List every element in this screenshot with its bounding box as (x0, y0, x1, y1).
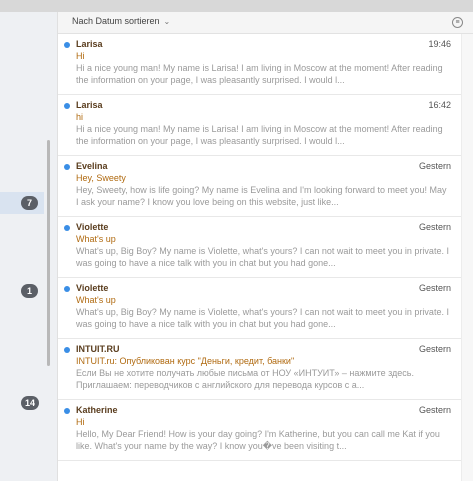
message-time: Gestern (418, 222, 451, 232)
message-subject: What's up (76, 295, 116, 305)
message-row[interactable]: Violette Gestern What's up What's up, Bi… (58, 278, 461, 339)
message-row[interactable]: INTUIT.RU Gestern INTUIT.ru: Опубликован… (58, 339, 461, 400)
message-subject: INTUIT.ru: Опубликован курс "Деньги, кре… (76, 356, 295, 366)
unread-dot-icon (64, 408, 70, 414)
message-preview: What's up, Big Boy? My name is Violette,… (76, 307, 449, 329)
message-subject: Hey, Sweety (76, 173, 126, 183)
message-preview: Hi a nice young man! My name is Larisa! … (76, 124, 443, 146)
message-time: 16:42 (428, 100, 451, 110)
message-sender: Katherine (76, 405, 118, 415)
unread-count-badge: 1 (21, 284, 38, 298)
sort-label: Nach Datum sortieren (72, 16, 160, 26)
message-sender: Larisa (76, 100, 103, 110)
message-row[interactable]: Larisa 19:46 Hi Hi a nice young man! My … (58, 34, 461, 95)
message-list-scrollbar[interactable] (461, 34, 473, 481)
sort-by-date-button[interactable]: Nach Datum sortieren ⌄ (72, 16, 170, 26)
chevron-down-icon: ⌄ (163, 16, 171, 26)
message-preview: Hi a nice young man! My name is Larisa! … (76, 63, 443, 85)
message-sender: INTUIT.RU (76, 344, 120, 354)
message-row[interactable]: Evelina Gestern Hey, Sweety Hey, Sweety,… (58, 156, 461, 217)
unread-count-badge: 14 (21, 396, 40, 410)
message-sender: Violette (76, 283, 109, 293)
unread-dot-icon (64, 286, 70, 292)
message-time: Gestern (418, 161, 451, 171)
message-subject: What's up (76, 234, 116, 244)
message-sender: Violette (76, 222, 109, 232)
message-time: Gestern (418, 283, 451, 293)
message-subject: Hi (76, 417, 85, 427)
unread-count-badge: 7 (21, 196, 38, 210)
message-list: Larisa 19:46 Hi Hi a nice young man! My … (58, 34, 461, 481)
sidebar-scroll-thumb[interactable] (47, 140, 50, 366)
unread-dot-icon (64, 347, 70, 353)
unread-dot-icon (64, 42, 70, 48)
message-row[interactable]: Larisa 16:42 hi Hi a nice young man! My … (58, 95, 461, 156)
message-sender: Larisa (76, 39, 103, 49)
message-row[interactable]: Katherine Gestern Hi Hello, My Dear Frie… (58, 400, 461, 461)
message-preview: Hello, My Dear Friend! How is your day g… (76, 429, 440, 451)
unread-dot-icon (64, 103, 70, 109)
message-preview: Если Вы не хотите получать любые письма … (76, 368, 415, 390)
unread-dot-icon (64, 164, 70, 170)
message-preview: Hey, Sweety, how is life going? My name … (76, 185, 447, 207)
message-sender: Evelina (76, 161, 108, 171)
message-preview: What's up, Big Boy? My name is Violette,… (76, 246, 449, 268)
message-list-header: Nach Datum sortieren ⌄ ≡ (58, 12, 473, 34)
message-time: 19:46 (428, 39, 451, 49)
mailbox-sidebar: 7 1 14 (0, 12, 58, 481)
unread-dot-icon (64, 225, 70, 231)
window-top-bar (0, 0, 473, 12)
message-time: Gestern (418, 344, 451, 354)
message-subject: hi (76, 112, 84, 122)
message-row[interactable]: Violette Gestern What's up What's up, Bi… (58, 217, 461, 278)
filter-icon[interactable]: ≡ (452, 17, 463, 28)
message-time: Gestern (418, 405, 451, 415)
message-subject: Hi (76, 51, 85, 61)
